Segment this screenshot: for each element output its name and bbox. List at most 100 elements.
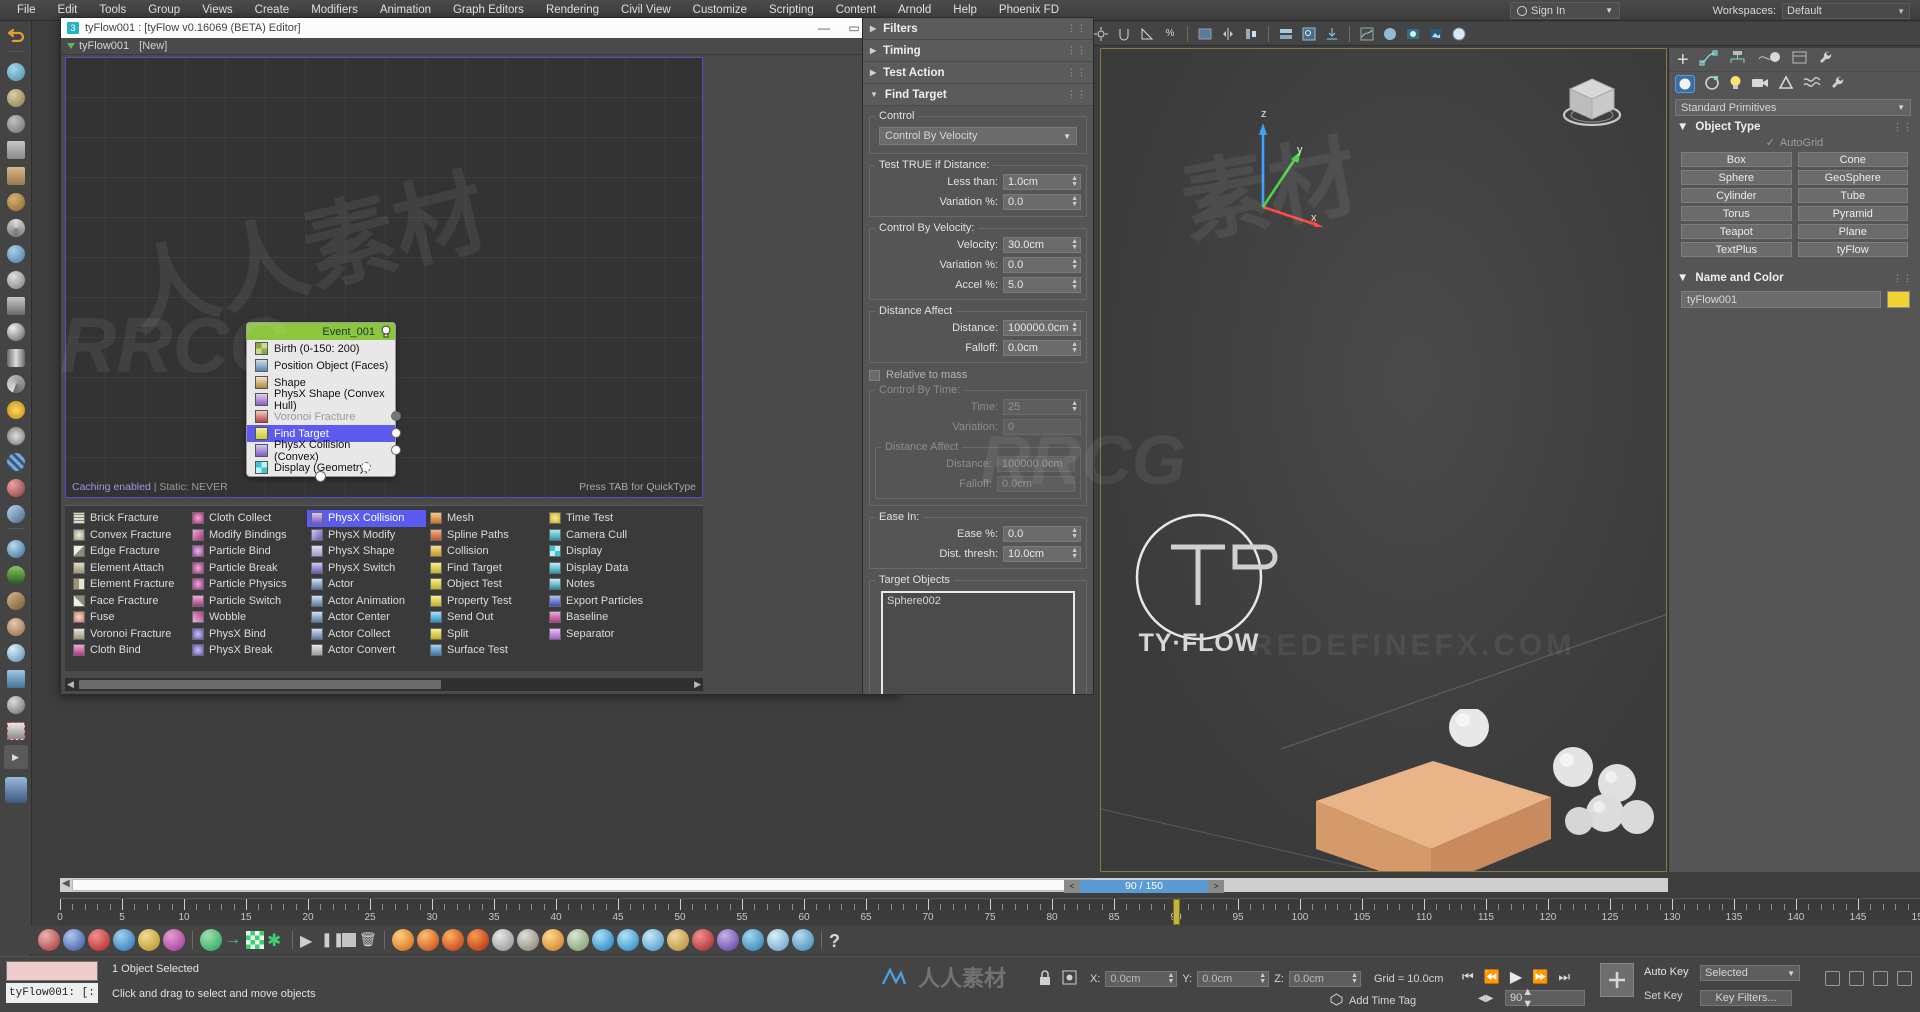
operator-row-physx-shape[interactable]: PhysX Shape (Convex Hull) [247, 388, 395, 412]
palette-item-particle-bind[interactable]: Particle Bind [188, 543, 307, 560]
magnify-object-icon[interactable] [4, 693, 28, 717]
list-item[interactable]: Sphere002 [887, 595, 1069, 607]
phoenix-particles-icon[interactable] [138, 929, 160, 951]
palette-item-actor-convert[interactable]: Actor Convert [307, 642, 426, 659]
checkmark-icon[interactable]: ✓ [1766, 136, 1775, 149]
curve-editor-icon[interactable] [1357, 24, 1377, 44]
spinner-arrows-icon[interactable]: ▲ ▼ [1071, 527, 1078, 540]
spinner-arrows-icon[interactable]: ▲ ▼ [1351, 972, 1358, 985]
named-selection-sets-icon[interactable] [1195, 24, 1215, 44]
spinner-arrows-icon[interactable]: ▲ ▼ [1071, 258, 1078, 271]
tyflow-graph-canvas[interactable]: Event_001 Birth (0-150: 200) Position Ob… [65, 57, 703, 498]
spinner-arrows-icon[interactable]: ▲ ▼ [1522, 986, 1533, 1010]
feather-object-icon[interactable] [4, 589, 28, 613]
box-object-icon[interactable] [4, 294, 28, 318]
undo-icon[interactable] [4, 25, 28, 49]
pan-icon[interactable] [1849, 971, 1864, 986]
tyflow-window-titlebar[interactable]: 3 tyFlow001 : [tyFlow v0.16069 (BETA) Ed… [61, 18, 899, 38]
palette-item-mesh[interactable]: Mesh [426, 510, 545, 527]
pause-simulation-icon[interactable]: ❚❚ [321, 931, 344, 949]
shell-object-icon[interactable] [4, 615, 28, 639]
preset-waterfall-icon[interactable] [767, 929, 789, 951]
lights-category-icon[interactable] [1729, 75, 1742, 93]
cone-object-icon[interactable] [4, 372, 28, 396]
spinner-arrows-icon[interactable]: ▲ ▼ [1071, 278, 1078, 291]
palette-item-modify-bindings[interactable]: Modify Bindings [188, 527, 307, 544]
stack-object-icon[interactable] [4, 164, 28, 188]
pivot-center-icon[interactable] [1091, 24, 1111, 44]
palette-item-actor-collect[interactable]: Actor Collect [307, 626, 426, 643]
render-production-icon[interactable] [1449, 24, 1469, 44]
event-node-output-port[interactable] [315, 471, 326, 482]
geometry-category-dropdown[interactable]: Standard Primitives ▼ [1675, 99, 1911, 116]
utilities-tab-icon[interactable] [1818, 50, 1835, 69]
event-node-header[interactable]: Event_001 [247, 323, 395, 340]
key-mode-button[interactable] [1600, 963, 1634, 997]
preset-ink-icon[interactable] [717, 929, 739, 951]
crystal-object-icon[interactable] [4, 502, 28, 526]
rock-object-icon[interactable] [4, 112, 28, 136]
tab-new[interactable]: [New] [139, 40, 167, 52]
scroll-right-arrow-icon[interactable]: ▶ [694, 679, 701, 690]
palette-item-particle-switch[interactable]: Particle Switch [188, 593, 307, 610]
palette-item-actor-animation[interactable]: Actor Animation [307, 593, 426, 610]
palette-item-actor[interactable]: Actor [307, 576, 426, 593]
scroll-left-arrow-icon[interactable]: ◀ [67, 679, 74, 690]
frame-step-arrows-icon[interactable]: ◀▶ [1478, 993, 1493, 1004]
phoenix-burst-icon[interactable]: ✱ [267, 931, 285, 950]
expand-panel-icon[interactable]: ▶ [3, 745, 28, 769]
palette-item-physx-break[interactable]: PhysX Break [188, 642, 307, 659]
preset-cloud-icon[interactable] [567, 929, 589, 951]
display-tab-icon[interactable] [1791, 50, 1808, 69]
preset-explosion-icon[interactable] [417, 929, 439, 951]
zoom-icon[interactable] [1825, 971, 1840, 986]
target-objects-list[interactable]: Sphere002 [881, 591, 1075, 694]
terrain-object-icon[interactable] [4, 190, 28, 214]
leaf-object-icon[interactable] [4, 86, 28, 110]
control-mode-dropdown[interactable]: Control By Velocity ▼ [879, 127, 1077, 145]
operator-port[interactable] [391, 428, 401, 438]
paint-object-icon[interactable] [4, 667, 28, 691]
preset-steam-icon[interactable] [517, 929, 539, 951]
palette-item-send-out[interactable]: Send Out [426, 609, 545, 626]
spinner-arrows-icon[interactable]: ▲ ▼ [1071, 175, 1078, 188]
snap-toggle-icon[interactable] [1114, 24, 1134, 44]
relative-to-mass-row[interactable]: Relative to mass [869, 369, 1093, 381]
delete-simulation-icon[interactable]: 🗑 [359, 931, 377, 949]
viewport-perspective[interactable]: TY·FLOW z x y [1100, 48, 1667, 872]
motion-tab-icon[interactable] [1757, 50, 1781, 69]
spinner-arrows-icon[interactable]: ▲ ▼ [1071, 195, 1078, 208]
time-ruler[interactable]: 0510152025303540455055606570758085909510… [57, 898, 1920, 925]
less-than-spinner[interactable]: 1.0cm ▲ ▼ [1003, 174, 1081, 190]
phoenix-mapper-icon[interactable] [200, 929, 222, 951]
previous-frame-icon[interactable]: ⏪ [1484, 969, 1500, 985]
palette-item-physx-modify[interactable]: PhysX Modify [307, 527, 426, 544]
palette-item-time-test[interactable]: Time Test [545, 510, 664, 527]
spinner-arrows-icon[interactable]: ▲ ▼ [1071, 321, 1078, 334]
palette-item-property-test[interactable]: Property Test [426, 593, 545, 610]
gear-object-icon[interactable] [4, 424, 28, 448]
go-to-start-icon[interactable]: ⏮ [1462, 969, 1474, 985]
percent-snap-icon[interactable]: % [1160, 24, 1180, 44]
palette-item-display-data[interactable]: Display Data [545, 560, 664, 577]
selected-object-name[interactable]: tyFlow001: [: [6, 983, 98, 1003]
dist-thresh-spinner[interactable]: 10.0cm ▲ ▼ [1003, 546, 1081, 562]
sphere-object-icon[interactable] [4, 320, 28, 344]
palette-item-display[interactable]: Display [545, 543, 664, 560]
object-button-torus[interactable]: Torus [1681, 206, 1792, 221]
palette-item-physx-switch[interactable]: PhysX Switch [307, 560, 426, 577]
object-button-plane[interactable]: Plane [1797, 224, 1908, 239]
key-filters-button[interactable]: Key Filters... [1700, 990, 1792, 1006]
object-button-tube[interactable]: Tube [1797, 188, 1908, 203]
modify-tab-icon[interactable] [1699, 50, 1718, 69]
lock-selection-icon[interactable] [1038, 969, 1052, 989]
phoenix-export-icon[interactable]: → [225, 931, 243, 949]
phoenix-fire-icon[interactable] [88, 929, 110, 951]
palette-item-edge-fracture[interactable]: Edge Fracture [69, 543, 188, 560]
mirror-icon[interactable] [1218, 24, 1238, 44]
spinner-arrows-icon[interactable]: ▲ ▼ [1071, 341, 1078, 354]
palette-item-cloth-bind[interactable]: Cloth Bind [69, 642, 188, 659]
absolute-relative-toggle-icon[interactable] [1062, 970, 1077, 988]
spinner-arrows-icon[interactable]: ▲ ▼ [1259, 972, 1266, 985]
object-color-swatch[interactable] [1887, 291, 1910, 308]
